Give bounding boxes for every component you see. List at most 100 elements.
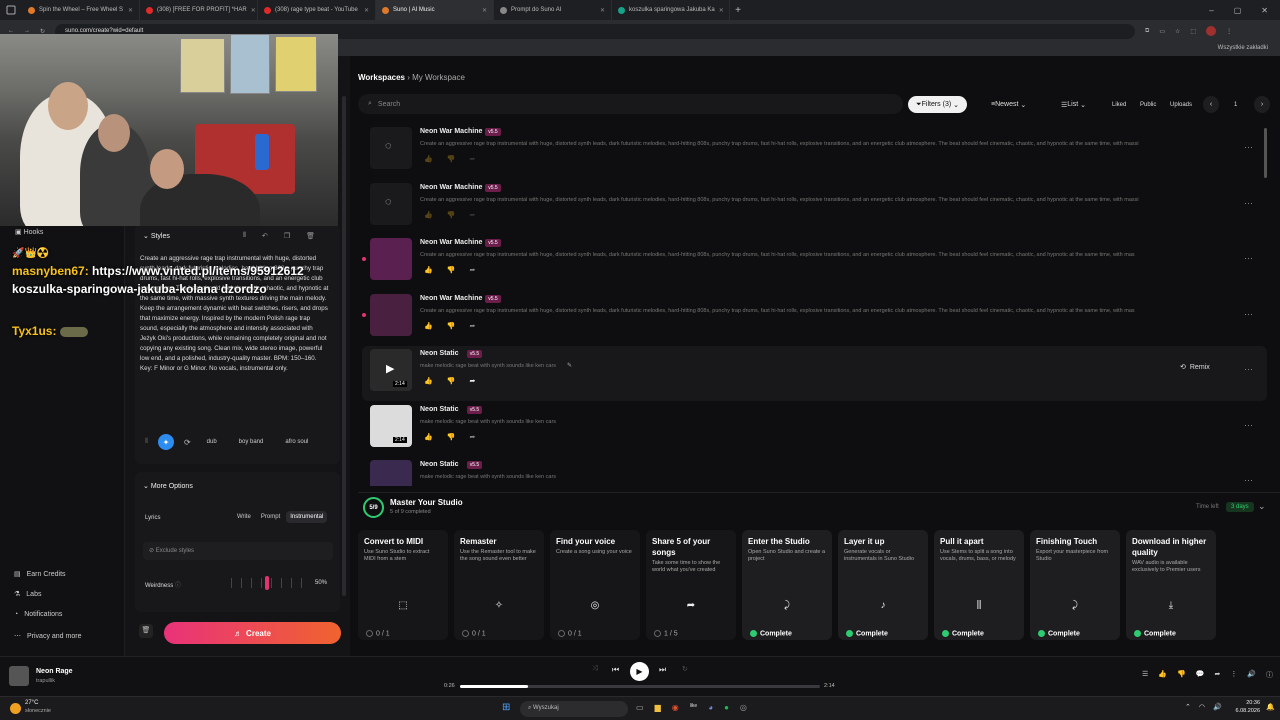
more-icon[interactable]: ⋮ bbox=[1230, 670, 1237, 680]
tab-close-icon[interactable]: ✕ bbox=[364, 7, 369, 14]
studio-task-card[interactable]: Remaster Use the Remaster tool to make th… bbox=[454, 530, 544, 640]
taskbar-search[interactable]: ⌕ Wyszukaj bbox=[520, 701, 628, 717]
tab-close-icon[interactable]: ✕ bbox=[719, 7, 724, 14]
song-more-icon[interactable]: ⋯ bbox=[1244, 309, 1253, 320]
file-explorer-icon[interactable]: ▆ bbox=[655, 703, 661, 712]
new-tab-icon[interactable]: + bbox=[730, 5, 746, 16]
weather-temp[interactable]: 27°C bbox=[25, 700, 38, 706]
song-title[interactable]: Neon War Machine bbox=[420, 295, 482, 302]
refresh-chips-icon[interactable]: ⟳ bbox=[184, 438, 191, 447]
panel-scrollbar[interactable] bbox=[342, 96, 346, 596]
sidebar-item-notifications[interactable]: ◔ Notifications bbox=[14, 611, 62, 618]
studio-task-card[interactable]: Layer it up Generate vocals or instrument… bbox=[838, 530, 928, 640]
wifi-icon[interactable]: ◠ bbox=[1199, 703, 1205, 711]
style-chip[interactable]: boy band bbox=[233, 439, 270, 445]
filters-button[interactable]: ⏷ Filters (3) ⌄ bbox=[908, 96, 967, 113]
uploads-filter[interactable]: Uploads bbox=[1162, 96, 1200, 113]
song-row[interactable]: 2:14 Neon Static v5.5 make melodic rage bea… bbox=[362, 402, 1267, 457]
minimize-icon[interactable]: – bbox=[1209, 6, 1213, 15]
thumbs-up-icon[interactable]: 👍 bbox=[424, 322, 433, 330]
browser-tab[interactable]: Spin the Wheel – Free Wheel S ✕ bbox=[22, 0, 140, 20]
thumbs-up-icon[interactable]: 👍 bbox=[424, 433, 433, 441]
share-icon[interactable]: ➦ bbox=[469, 155, 475, 163]
prev-page-icon[interactable]: ‹ bbox=[1203, 96, 1219, 113]
song-cover[interactable] bbox=[370, 294, 412, 336]
lyrics-mode-write[interactable]: Write bbox=[233, 511, 255, 523]
comment-icon[interactable]: 💬 bbox=[1196, 670, 1205, 680]
song-row[interactable]: ◌ Neon War Machine v5.5 Create an aggressiv… bbox=[362, 124, 1267, 179]
chip-nav-icon[interactable]: ⫴ bbox=[145, 438, 148, 446]
song-more-icon[interactable]: ⋯ bbox=[1244, 475, 1253, 486]
browser-tab[interactable]: koszulka sparingowa Jakuba Ka ✕ bbox=[612, 0, 730, 20]
studio-task-card[interactable]: Convert to MIDI Use Suno Studio to extrac… bbox=[358, 530, 448, 640]
previous-track-icon[interactable]: ⏮ bbox=[612, 665, 619, 675]
volume-icon[interactable]: 🔊 bbox=[1213, 703, 1222, 711]
tab-close-icon[interactable]: ✕ bbox=[482, 7, 487, 14]
thumbs-down-icon[interactable]: 👎 bbox=[447, 377, 456, 385]
share-icon[interactable]: ➦ bbox=[469, 211, 475, 219]
thumbs-down-icon[interactable]: 👎 bbox=[447, 266, 456, 274]
task-view-icon[interactable]: ▭ bbox=[636, 703, 644, 712]
slider-handle[interactable] bbox=[265, 576, 269, 590]
view-dropdown[interactable]: ☰ List ⌄ bbox=[1053, 96, 1094, 113]
thumbs-up-icon[interactable]: 👍 bbox=[424, 155, 433, 163]
next-page-icon[interactable]: › bbox=[1254, 96, 1270, 113]
bookmark-star-icon[interactable]: ☆ bbox=[1175, 28, 1180, 35]
chrome-icon[interactable]: ◉ bbox=[672, 703, 679, 712]
sort-dropdown[interactable]: ≡ Newest ⌄ bbox=[983, 96, 1034, 113]
song-title[interactable]: Neon War Machine bbox=[420, 184, 482, 191]
studio-task-card[interactable]: Share 5 of your songs Take some time to s… bbox=[646, 530, 736, 640]
share-icon[interactable]: ➦ bbox=[469, 266, 475, 274]
studio-task-card[interactable]: Enter the Studio Open Suno Studio and cre… bbox=[742, 530, 832, 640]
studio-task-card[interactable]: Download in higher quality WAV audio is a… bbox=[1126, 530, 1216, 640]
song-cover[interactable]: ▶ 2:14 bbox=[370, 349, 412, 391]
windows-start-icon[interactable]: ⊞ bbox=[502, 702, 510, 713]
weirdness-slider[interactable] bbox=[227, 576, 307, 590]
discord-icon[interactable]: ◕ bbox=[708, 703, 713, 712]
song-title[interactable]: Neon War Machine bbox=[420, 128, 482, 135]
translate-icon[interactable]: ⧉ bbox=[1145, 28, 1149, 35]
now-playing-title[interactable]: Neon Rage bbox=[36, 668, 73, 675]
edit-pencil-icon[interactable]: ✎ bbox=[567, 362, 572, 369]
thumbs-down-icon[interactable]: 👎 bbox=[447, 322, 456, 330]
thumbs-down-icon[interactable]: 👎 bbox=[447, 433, 456, 441]
song-more-icon[interactable]: ⋯ bbox=[1244, 364, 1253, 375]
next-track-icon[interactable]: ⏭ bbox=[659, 665, 666, 675]
song-cover[interactable]: ◌ bbox=[370, 183, 412, 225]
more-options-header[interactable]: ⌄ More Options bbox=[143, 482, 193, 490]
song-row[interactable]: ◌ Neon War Machine v5.5 Create an aggressiv… bbox=[362, 180, 1267, 235]
tray-chevron-icon[interactable]: ⌃ bbox=[1185, 703, 1191, 711]
tab-close-icon[interactable]: ✕ bbox=[128, 7, 133, 14]
song-cover[interactable]: 2:14 bbox=[370, 405, 412, 447]
thumbs-down-icon[interactable]: 👎 bbox=[447, 211, 456, 219]
browser-tab[interactable]: (308) rage type beat - YouTube ✕ bbox=[258, 0, 376, 20]
play-button[interactable]: ▶ bbox=[630, 662, 649, 681]
song-more-icon[interactable]: ⋯ bbox=[1244, 253, 1253, 264]
share-icon[interactable]: ➦ bbox=[469, 433, 475, 441]
play-icon[interactable]: ▶ bbox=[386, 362, 394, 375]
song-title[interactable]: Neon War Machine bbox=[420, 239, 482, 246]
clear-trash-icon[interactable]: 🗑 bbox=[139, 624, 153, 638]
share-icon[interactable]: ➦ bbox=[469, 377, 475, 385]
now-playing-artist[interactable]: trapullik bbox=[36, 678, 55, 684]
share-icon[interactable]: ➦ bbox=[469, 322, 475, 330]
repeat-icon[interactable]: ↻ bbox=[682, 665, 688, 673]
song-row[interactable]: ▶ 2:14 Neon Static v5.5 make melodic rage be… bbox=[362, 346, 1267, 401]
sidebar-item-labs[interactable]: ⚗ Labs bbox=[14, 590, 41, 599]
queue-icon[interactable]: ☰ bbox=[1142, 670, 1148, 680]
thumbs-up-icon[interactable]: 👍 bbox=[424, 266, 433, 274]
song-cover[interactable] bbox=[370, 460, 412, 486]
song-cover[interactable]: ◌ bbox=[370, 127, 412, 169]
studio-task-card[interactable]: Finishing Touch Export your masterpiece f… bbox=[1030, 530, 1120, 640]
shuffle-icon[interactable]: ⤨ bbox=[592, 665, 598, 673]
tab-close-icon[interactable]: ✕ bbox=[600, 7, 605, 14]
share-icon[interactable]: ➦ bbox=[1214, 670, 1220, 680]
song-more-icon[interactable]: ⋯ bbox=[1244, 198, 1253, 209]
spotify-icon[interactable]: ● bbox=[724, 703, 729, 712]
sidebar-item-privacy[interactable]: ⋯ Privacy and more bbox=[14, 632, 81, 641]
collapse-chevron-icon[interactable]: ⌄ bbox=[1258, 501, 1266, 512]
style-chip[interactable]: dub bbox=[201, 439, 223, 445]
song-title[interactable]: Neon Static bbox=[420, 406, 459, 413]
thumbs-down-icon[interactable]: 👎 bbox=[1177, 670, 1186, 680]
seek-bar[interactable] bbox=[460, 685, 820, 688]
